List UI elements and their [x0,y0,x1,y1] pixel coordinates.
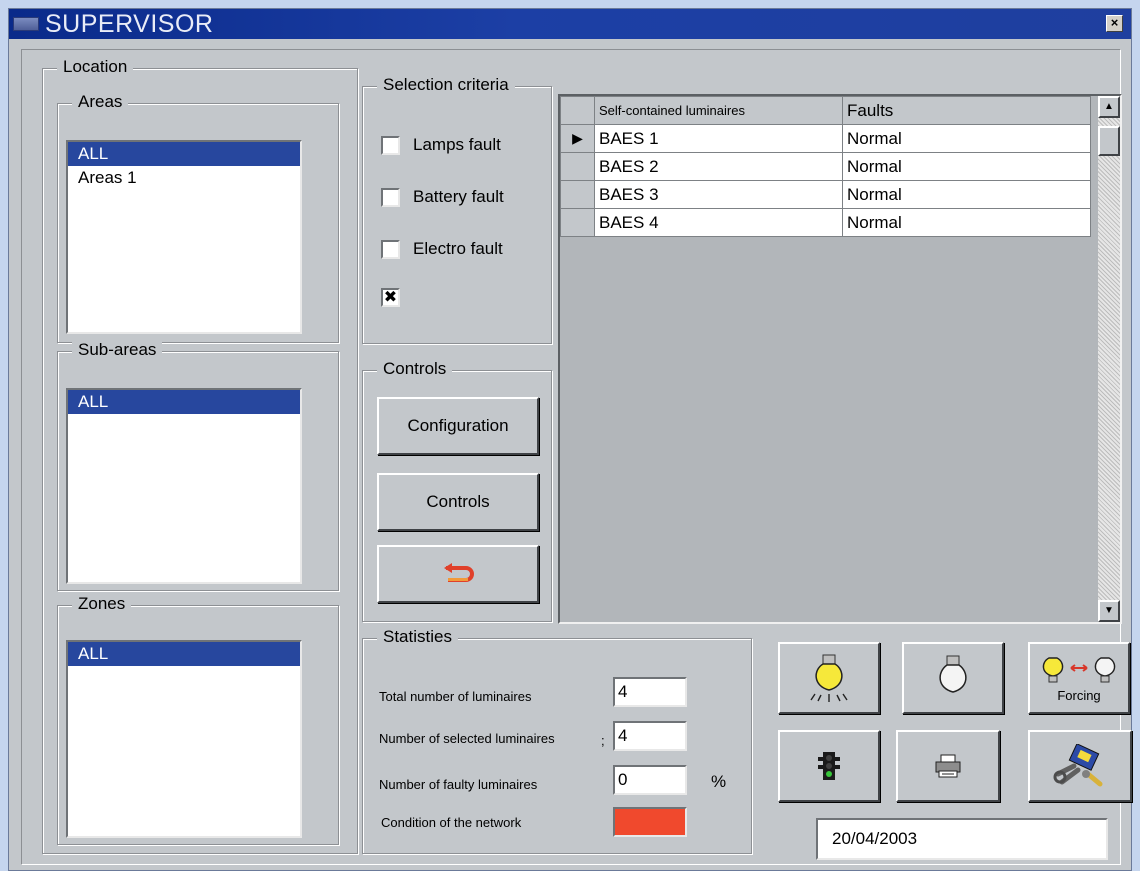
zones-item-all[interactable]: ALL [68,642,300,666]
zones-label: Zones [72,594,132,614]
close-button[interactable]: × [1106,15,1123,32]
statistics-group: Statisties Total number of luminaires 4 … [362,627,752,854]
scroll-thumb[interactable] [1098,126,1120,156]
unlabeled-checkbox[interactable]: ✖ [381,288,400,307]
table-row[interactable]: BAES 4 Normal [560,208,1091,237]
areas-group: Areas ALL Areas 1 [57,92,339,343]
table-cell-fault[interactable]: Normal [842,180,1091,209]
table-row[interactable]: BAES 2 Normal [560,152,1091,181]
column-header-luminaires[interactable]: Self-contained luminaires [594,96,843,125]
print-button[interactable] [896,730,1000,802]
lit-bulb-button[interactable] [778,642,880,714]
table-row[interactable]: BAES 3 Normal [560,180,1091,209]
forcing-button[interactable]: Forcing [1028,642,1130,714]
table-cell-name[interactable]: BAES 1 [594,124,843,153]
controls-button[interactable]: Controls [377,473,539,531]
date-value: 20/04/2003 [832,829,918,848]
controls-label: Controls [377,359,453,379]
selected-luminaires-label: Number of selected luminaires [379,731,555,746]
row-header [560,208,595,237]
selection-criteria-group: Selection criteria Lamps fault Battery f… [362,75,552,344]
printer-icon [935,754,961,778]
table-cell-fault[interactable]: Normal [842,152,1091,181]
table-header-row: Self-contained luminaires Faults [560,96,1091,125]
lit-bulb-icon [810,654,848,702]
lamps-fault-checkbox[interactable] [381,136,400,155]
controls-group: Controls Configuration Controls [362,359,552,622]
selected-luminaires-field[interactable]: 4 [613,721,687,751]
statistics-label: Statisties [377,627,458,647]
network-condition-label: Condition of the network [381,815,522,830]
traffic-light-icon [818,752,840,780]
sub-areas-item-all[interactable]: ALL [68,390,300,414]
table-cell-fault[interactable]: Normal [842,124,1091,153]
vertical-scrollbar[interactable]: ▲ ▼ [1098,96,1120,622]
total-luminaires-label: Total number of luminaires [379,689,532,704]
battery-fault-label: Battery fault [413,187,504,206]
app-icon [13,17,39,31]
row-header-corner [560,96,595,125]
location-group: Location Areas ALL Areas 1 Sub-areas ALL… [42,57,358,854]
table-cell-fault[interactable]: Normal [842,208,1091,237]
forcing-bulbs-icon [1042,656,1116,682]
table-row[interactable]: ▶ BAES 1 Normal [560,124,1091,153]
faulty-percent-unit: % [711,772,727,791]
table-cell-name[interactable]: BAES 2 [594,152,843,181]
location-label: Location [57,57,134,77]
forcing-label: Forcing [1057,687,1101,703]
network-condition-indicator [613,807,687,837]
client-area: Location Areas ALL Areas 1 Sub-areas ALL… [21,49,1132,865]
zones-listbox[interactable]: ALL [66,640,302,838]
faulty-luminaires-field[interactable]: 0 [613,765,687,795]
return-arrow-icon [444,563,474,582]
row-header [560,180,595,209]
column-header-faults[interactable]: Faults [842,96,1091,125]
zones-group: Zones ALL [57,594,339,845]
unlit-bulb-icon [939,655,967,693]
configuration-button[interactable]: Configuration [377,397,539,455]
traffic-light-button[interactable] [778,730,880,802]
date-field[interactable]: 20/04/2003 [816,818,1108,860]
title-bar[interactable]: SUPERVISOR × [9,9,1131,39]
back-button[interactable] [377,545,539,603]
areas-item-areas-1[interactable]: Areas 1 [68,166,300,190]
electro-fault-label: Electro fault [413,239,503,258]
battery-fault-checkbox[interactable] [381,188,400,207]
scroll-up-button[interactable]: ▲ [1098,96,1120,118]
supervisor-window: SUPERVISOR × Location Areas ALL Areas 1 … [8,8,1132,871]
tools-button[interactable] [1028,730,1132,802]
luminaires-table: Self-contained luminaires Faults ▶ BAES … [560,96,1091,237]
total-luminaires-field[interactable]: 4 [613,677,687,707]
sub-areas-label: Sub-areas [72,340,163,360]
selection-criteria-label: Selection criteria [377,75,515,95]
window-title: SUPERVISOR [45,10,214,38]
unlit-bulb-button[interactable] [902,642,1004,714]
table-cell-name[interactable]: BAES 3 [594,180,843,209]
selected-marker: ; [601,733,605,748]
luminaires-grid[interactable]: Self-contained luminaires Faults ▶ BAES … [558,94,1122,624]
areas-item-all[interactable]: ALL [68,142,300,166]
current-row-indicator: ▶ [560,124,595,153]
scroll-down-button[interactable]: ▼ [1098,600,1120,622]
sub-areas-listbox[interactable]: ALL [66,388,302,584]
tools-icon [1053,744,1103,787]
faulty-luminaires-label: Number of faulty luminaires [379,777,538,792]
areas-label: Areas [72,92,129,112]
sub-areas-group: Sub-areas ALL [57,340,339,591]
table-cell-name[interactable]: BAES 4 [594,208,843,237]
areas-listbox[interactable]: ALL Areas 1 [66,140,302,334]
electro-fault-checkbox[interactable] [381,240,400,259]
row-header [560,152,595,181]
lamps-fault-label: Lamps fault [413,135,501,154]
